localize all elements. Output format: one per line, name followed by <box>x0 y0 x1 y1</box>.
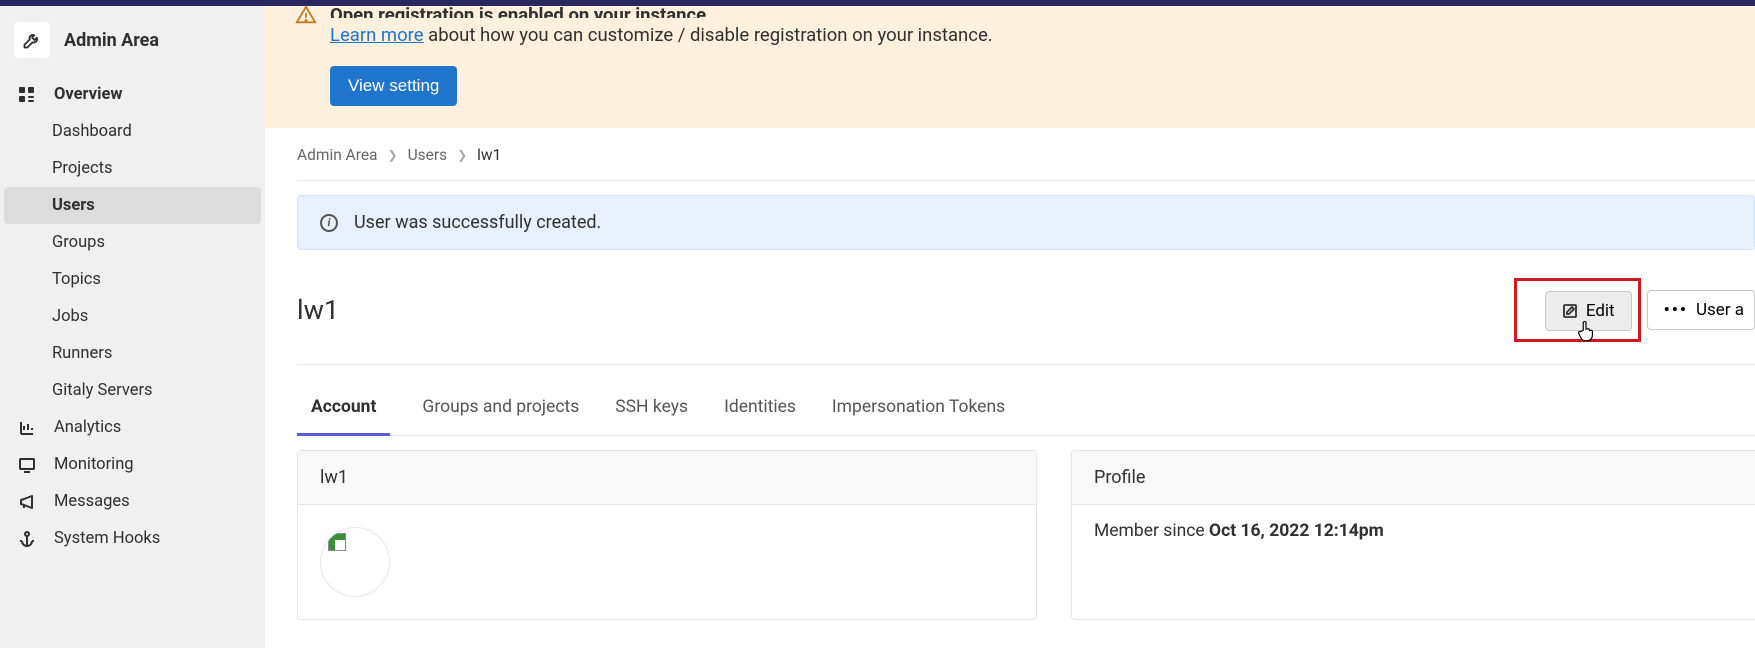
edit-button[interactable]: Edit <box>1545 291 1632 331</box>
tab-label: Identities <box>724 397 796 417</box>
broken-image-icon <box>329 534 347 552</box>
sidebar-item-label: Projects <box>52 159 113 178</box>
sidebar-item-users[interactable]: Users <box>4 187 261 224</box>
sidebar-item-label: Messages <box>54 492 130 511</box>
sidebar: Admin Area Overview Dashboard Projects U… <box>0 6 265 648</box>
member-since-row: Member since Oct 16, 2022 12:14pm <box>1072 505 1755 557</box>
monitoring-icon <box>18 457 36 473</box>
tabs: Account Groups and projects SSH keys Ide… <box>297 387 1755 436</box>
success-flash: i User was successfully created. <box>297 195 1755 250</box>
tab-groups-projects[interactable]: Groups and projects <box>418 387 583 435</box>
sidebar-title: Admin Area <box>64 30 159 51</box>
user-actions-label: User a <box>1696 300 1744 320</box>
sidebar-item-messages[interactable]: Messages <box>4 483 261 520</box>
sidebar-item-dashboard[interactable]: Dashboard <box>4 113 261 150</box>
view-setting-button[interactable]: View setting <box>330 66 457 106</box>
tab-label: Groups and projects <box>422 397 579 417</box>
sidebar-item-system-hooks[interactable]: System Hooks <box>4 520 261 557</box>
ellipsis-icon: ••• <box>1664 300 1688 320</box>
pencil-icon <box>1562 303 1578 319</box>
edit-highlight-box: Edit <box>1514 278 1641 342</box>
breadcrumb-users[interactable]: Users <box>408 146 448 164</box>
member-since-label: Member since <box>1094 521 1209 541</box>
alert-body-text: about how you can customize / disable re… <box>424 24 993 46</box>
sidebar-item-label: Groups <box>52 233 105 252</box>
sidebar-item-label: Monitoring <box>54 455 134 474</box>
user-card: lw1 <box>297 450 1037 620</box>
sidebar-item-label: Overview <box>54 85 122 104</box>
tab-ssh-keys[interactable]: SSH keys <box>611 387 692 435</box>
megaphone-icon <box>18 494 36 510</box>
alert-heading: Open registration is enabled on your ins… <box>330 6 1755 18</box>
tab-label: Account <box>311 397 376 417</box>
sidebar-item-label: Jobs <box>52 307 88 326</box>
member-since-value: Oct 16, 2022 12:14pm <box>1209 521 1384 541</box>
tab-account[interactable]: Account <box>297 387 390 436</box>
sidebar-item-label: Dashboard <box>52 122 132 141</box>
sidebar-item-runners[interactable]: Runners <box>4 335 261 372</box>
tab-label: Impersonation Tokens <box>832 397 1005 417</box>
sidebar-item-projects[interactable]: Projects <box>4 150 261 187</box>
warning-icon <box>295 4 317 26</box>
chevron-right-icon: ❯ <box>457 148 467 162</box>
user-card-header: lw1 <box>298 451 1036 505</box>
avatar <box>320 527 390 597</box>
sidebar-item-monitoring[interactable]: Monitoring <box>4 446 261 483</box>
anchor-icon <box>18 531 36 547</box>
main-content: Open registration is enabled on your ins… <box>265 6 1755 648</box>
chevron-right-icon: ❯ <box>388 148 398 162</box>
user-actions-button[interactable]: ••• User a <box>1647 290 1755 330</box>
alert-body: Learn more about how you can customize /… <box>330 24 1755 46</box>
sidebar-item-overview[interactable]: Overview <box>4 76 261 113</box>
page-title: lw1 <box>297 294 1514 326</box>
sidebar-item-label: Gitaly Servers <box>52 381 153 400</box>
sidebar-item-label: Runners <box>52 344 112 363</box>
tab-impersonation-tokens[interactable]: Impersonation Tokens <box>828 387 1009 435</box>
info-icon: i <box>320 214 338 232</box>
sidebar-item-analytics[interactable]: Analytics <box>4 409 261 446</box>
analytics-icon <box>18 420 36 436</box>
sidebar-item-label: Analytics <box>54 418 121 437</box>
sidebar-item-label: Topics <box>52 270 101 289</box>
tab-label: SSH keys <box>615 397 688 417</box>
sidebar-item-topics[interactable]: Topics <box>4 261 261 298</box>
profile-card: Profile Member since Oct 16, 2022 12:14p… <box>1071 450 1755 620</box>
learn-more-link[interactable]: Learn more <box>330 24 424 46</box>
sidebar-item-groups[interactable]: Groups <box>4 224 261 261</box>
breadcrumb-admin[interactable]: Admin Area <box>297 146 378 164</box>
sidebar-item-label: Users <box>52 196 95 215</box>
sidebar-header[interactable]: Admin Area <box>4 14 261 76</box>
sidebar-item-label: System Hooks <box>54 529 160 548</box>
sidebar-item-jobs[interactable]: Jobs <box>4 298 261 335</box>
profile-card-header: Profile <box>1072 451 1755 505</box>
wrench-icon <box>14 22 50 58</box>
tab-identities[interactable]: Identities <box>720 387 800 435</box>
flash-message: User was successfully created. <box>354 212 601 233</box>
overview-icon <box>18 87 36 103</box>
breadcrumb-current: lw1 <box>477 146 501 164</box>
edit-label: Edit <box>1586 301 1615 321</box>
breadcrumb: Admin Area ❯ Users ❯ lw1 <box>297 146 1755 181</box>
sidebar-item-gitaly[interactable]: Gitaly Servers <box>4 372 261 409</box>
registration-alert: Open registration is enabled on your ins… <box>265 6 1755 128</box>
